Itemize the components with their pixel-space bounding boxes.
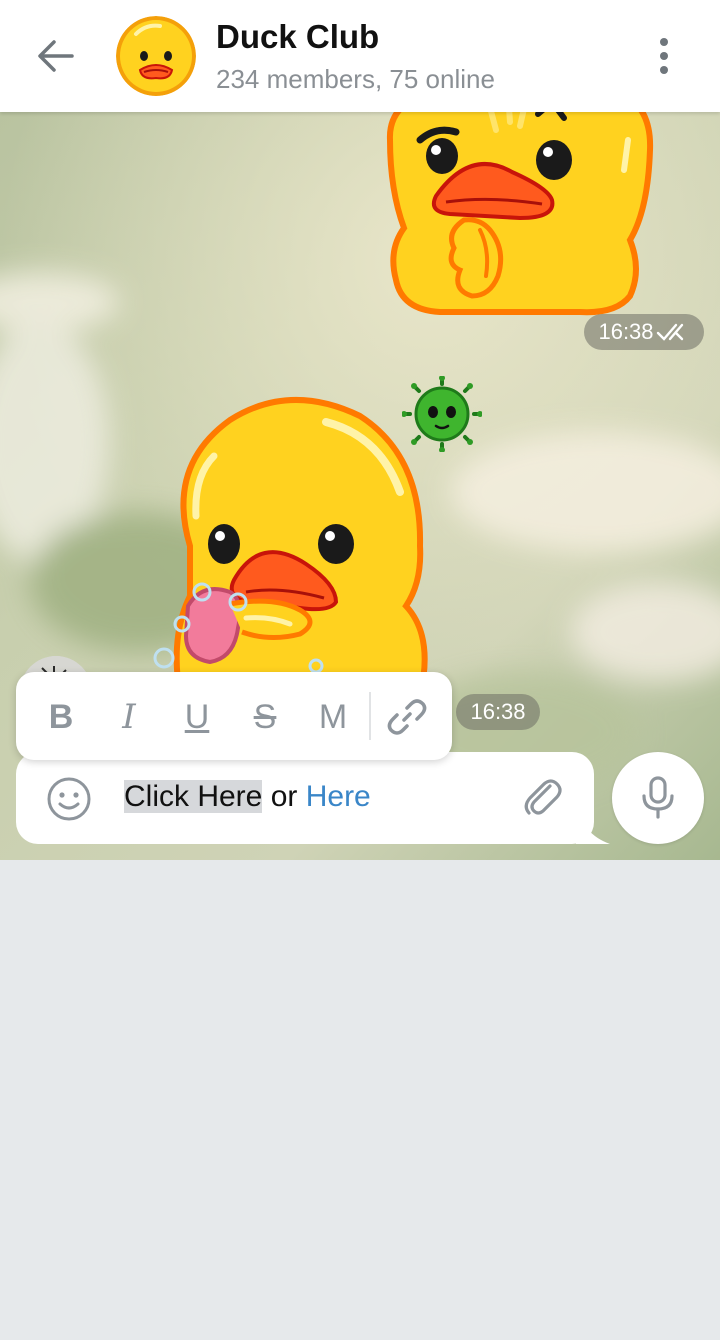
monospace-icon: M xyxy=(318,697,348,736)
strikethrough-button[interactable]: S xyxy=(242,694,288,740)
more-menu-button[interactable] xyxy=(644,32,684,80)
empty-area xyxy=(0,860,720,1340)
chat-title[interactable]: Duck Club xyxy=(216,18,379,56)
message-time-1: 16:38 xyxy=(584,314,704,350)
group-avatar[interactable] xyxy=(116,16,196,96)
message-time-text: 16:38 xyxy=(470,699,526,724)
italic-icon: I xyxy=(122,697,136,737)
underline-icon: U xyxy=(184,697,210,736)
selected-text: Click Here xyxy=(124,780,263,813)
emoji-button[interactable] xyxy=(46,776,92,822)
back-button[interactable] xyxy=(30,30,82,82)
underline-button[interactable]: U xyxy=(174,694,220,740)
arrow-left-icon xyxy=(38,40,74,72)
bold-icon: B xyxy=(48,697,74,736)
double-check-icon xyxy=(656,323,683,341)
toolbar-divider xyxy=(369,692,371,740)
link-icon xyxy=(387,699,427,735)
message-time-2: 16:38 xyxy=(456,694,540,730)
message-composer: Click Here or Here xyxy=(16,752,610,844)
paperclip-icon xyxy=(524,779,562,815)
microphone-icon xyxy=(642,776,674,819)
smiley-icon xyxy=(47,777,91,821)
attach-button[interactable] xyxy=(520,774,566,820)
strikethrough-icon: S xyxy=(253,697,277,736)
plain-text: or xyxy=(262,780,306,813)
link-text[interactable]: Here xyxy=(306,780,371,813)
message-input[interactable]: Click Here or Here xyxy=(124,776,371,818)
sticker-washing-hands-duck[interactable] xyxy=(150,396,440,696)
message-time-text: 16:38 xyxy=(598,319,654,344)
sticker-thinking-duck[interactable] xyxy=(380,112,660,320)
voice-record-button[interactable] xyxy=(612,752,704,844)
chat-subtitle: 234 members, 75 online xyxy=(216,64,495,94)
more-vertical-icon xyxy=(660,38,668,74)
link-button[interactable] xyxy=(384,694,430,740)
format-toolbar: B I U S M xyxy=(16,672,452,760)
bold-button[interactable]: B xyxy=(38,694,84,740)
chat-header: Duck Club 234 members, 75 online xyxy=(0,0,720,112)
italic-button[interactable]: I xyxy=(106,694,152,740)
monospace-button[interactable]: M xyxy=(310,694,356,740)
